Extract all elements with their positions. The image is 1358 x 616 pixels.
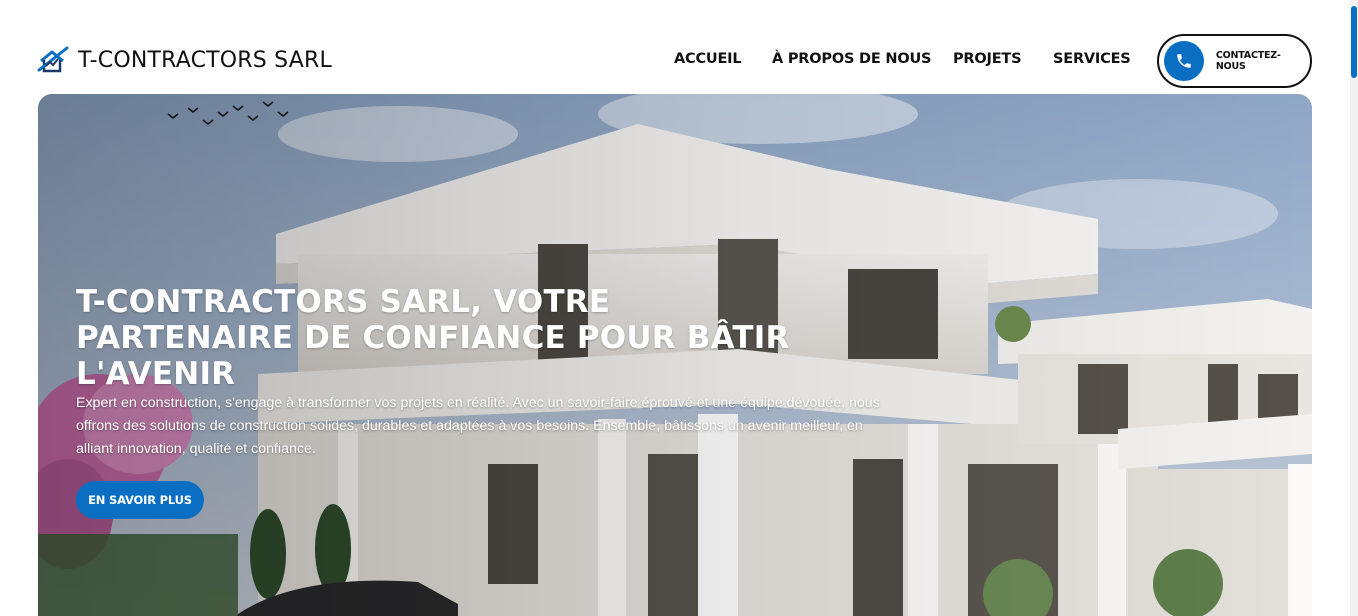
contact-button[interactable]: CONTACTEZ-NOUS [1157, 34, 1312, 88]
nav-item-accueil[interactable]: ACCUEIL [674, 51, 742, 67]
nav-item-a-propos[interactable]: À PROPOS DE NOUS [772, 51, 932, 67]
page-scrollbar[interactable] [1350, 0, 1358, 616]
brand-name: T-CONTRACTORS SARL [78, 47, 332, 73]
scrollbar-thumb[interactable] [1351, 6, 1357, 78]
phone-icon [1177, 54, 1191, 68]
contact-icon-circle [1164, 41, 1204, 81]
house-swoosh-logo-icon [37, 46, 69, 73]
hero-title: T-CONTRACTORS SARL, VOTRE PARTENAIRE DE … [76, 284, 790, 392]
nav-item-projets[interactable]: PROJETS [953, 51, 1022, 67]
nav-item-services[interactable]: SERVICES [1053, 51, 1131, 67]
contact-label: CONTACTEZ-NOUS [1215, 50, 1281, 72]
site-header: T-CONTRACTORS SARL ACCUEIL À PROPOS DE N… [0, 0, 1358, 94]
hero-description: Expert en construction, s'engage à trans… [76, 395, 880, 457]
hero-banner: T-CONTRACTORS SARL, VOTRE PARTENAIRE DE … [38, 94, 1312, 616]
learn-more-button[interactable]: EN SAVOIR PLUS [76, 481, 204, 519]
brand-logo[interactable]: T-CONTRACTORS SARL [37, 44, 332, 76]
